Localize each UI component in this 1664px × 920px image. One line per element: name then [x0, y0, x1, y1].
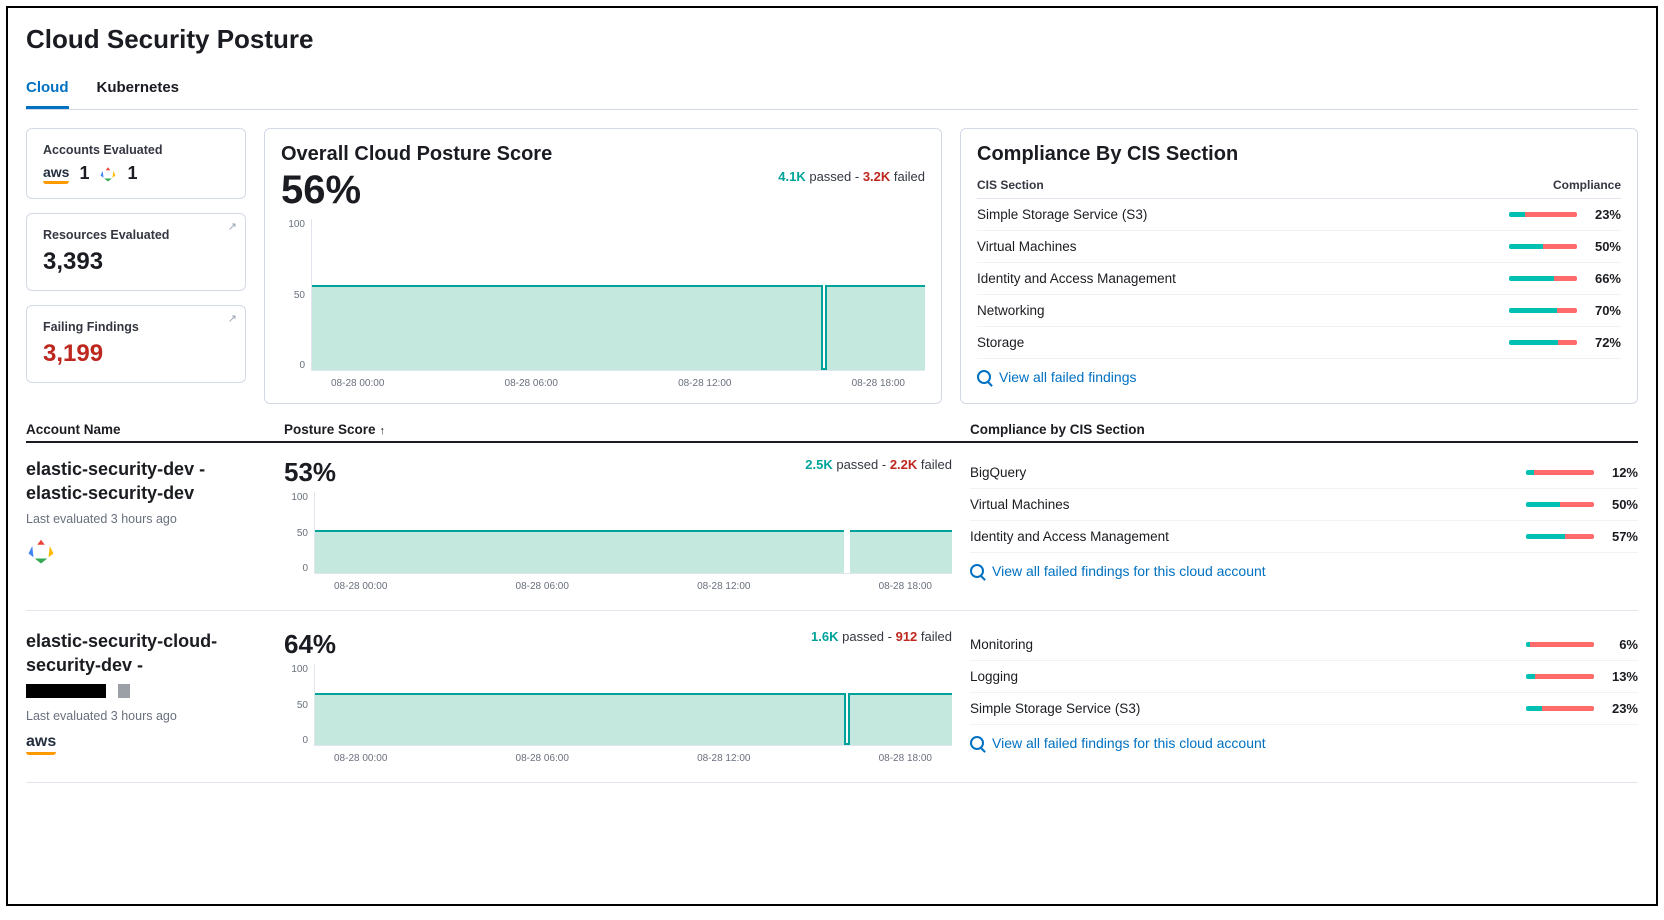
aws-icon: aws [26, 733, 56, 755]
cis-col-section: CIS Section [977, 178, 1044, 192]
account-chart: 100500 08-28 00:0008-28 06:0008-28 12:00… [284, 492, 952, 592]
sort-asc-icon: ↑ [380, 425, 386, 437]
account-row: elastic-security-cloud-security-dev - La… [26, 629, 1638, 783]
cis-row[interactable]: Virtual Machines50% [977, 231, 1621, 263]
aws-icon: aws [43, 164, 69, 184]
failing-findings-title: Failing Findings [43, 320, 229, 334]
view-all-failed-account-link[interactable]: View all failed findings for this cloud … [970, 563, 1638, 579]
cis-row[interactable]: Simple Storage Service (S3)23% [977, 199, 1621, 231]
aws-count: 1 [79, 163, 89, 184]
page-title: Cloud Security Posture [26, 24, 1638, 55]
overall-score-value: 56% [281, 168, 552, 213]
accounts-evaluated-card: Accounts Evaluated aws 1 1 [26, 128, 246, 199]
cis-row[interactable]: Logging13% [970, 661, 1638, 693]
view-all-failed-link[interactable]: View all failed findings [977, 369, 1621, 385]
accounts-evaluated-title: Accounts Evaluated [43, 143, 229, 157]
cis-col-compliance: Compliance [1553, 178, 1621, 192]
cis-row[interactable]: Virtual Machines50% [970, 489, 1638, 521]
cis-row[interactable]: Identity and Access Management66% [977, 263, 1621, 295]
overall-score-card: Overall Cloud Posture Score 56% 4.1K pas… [264, 128, 942, 404]
tabs: Cloud Kubernetes [26, 71, 1638, 110]
account-passfail: 2.5K passed - 2.2K failed [805, 457, 952, 472]
gcp-icon [99, 165, 117, 183]
col-posture-score[interactable]: Posture Score↑ [284, 422, 952, 437]
gcp-count: 1 [127, 163, 137, 184]
resources-evaluated-card[interactable]: Resources Evaluated 3,393 [26, 213, 246, 291]
account-chart: 100500 08-28 00:0008-28 06:0008-28 12:00… [284, 664, 952, 764]
overall-passfail: 4.1K passed - 3.2K failed [778, 169, 925, 184]
cis-row[interactable]: BigQuery12% [970, 457, 1638, 489]
tab-cloud[interactable]: Cloud [26, 71, 69, 109]
search-icon [970, 736, 984, 750]
cis-row[interactable]: Identity and Access Management57% [970, 521, 1638, 553]
overall-title: Overall Cloud Posture Score [281, 143, 552, 166]
account-evaluated-time: Last evaluated 3 hours ago [26, 512, 266, 526]
view-all-failed-account-link[interactable]: View all failed findings for this cloud … [970, 735, 1638, 751]
compliance-title: Compliance By CIS Section [977, 143, 1621, 166]
account-passfail: 1.6K passed - 912 failed [811, 629, 952, 644]
cis-row[interactable]: Monitoring6% [970, 629, 1638, 661]
failing-findings-card[interactable]: Failing Findings 3,199 [26, 305, 246, 383]
account-name[interactable]: elastic-security-dev - elastic-security-… [26, 457, 266, 506]
compliance-card: Compliance By CIS Section CIS Section Co… [960, 128, 1638, 404]
account-evaluated-time: Last evaluated 3 hours ago [26, 709, 266, 723]
col-account-name[interactable]: Account Name [26, 422, 266, 437]
account-score: 64% [284, 629, 336, 660]
overall-chart: 100500 08-28 00:0008-28 06:0008-28 12:00… [281, 219, 925, 389]
failing-findings-value: 3,199 [43, 340, 229, 368]
redacted-text [118, 684, 130, 698]
resources-evaluated-title: Resources Evaluated [43, 228, 229, 242]
cis-row[interactable]: Storage72% [977, 327, 1621, 359]
col-compliance[interactable]: Compliance by CIS Section [970, 422, 1638, 437]
tab-kubernetes[interactable]: Kubernetes [97, 71, 180, 109]
cis-row[interactable]: Simple Storage Service (S3)23% [970, 693, 1638, 725]
cis-row[interactable]: Networking70% [977, 295, 1621, 327]
resources-evaluated-value: 3,393 [43, 248, 229, 276]
redacted-text [26, 684, 106, 698]
account-row: elastic-security-dev - elastic-security-… [26, 457, 1638, 611]
account-score: 53% [284, 457, 336, 488]
gcp-icon [26, 536, 56, 566]
search-icon [970, 564, 984, 578]
account-name[interactable]: elastic-security-cloud-security-dev - [26, 629, 266, 678]
search-icon [977, 370, 991, 384]
